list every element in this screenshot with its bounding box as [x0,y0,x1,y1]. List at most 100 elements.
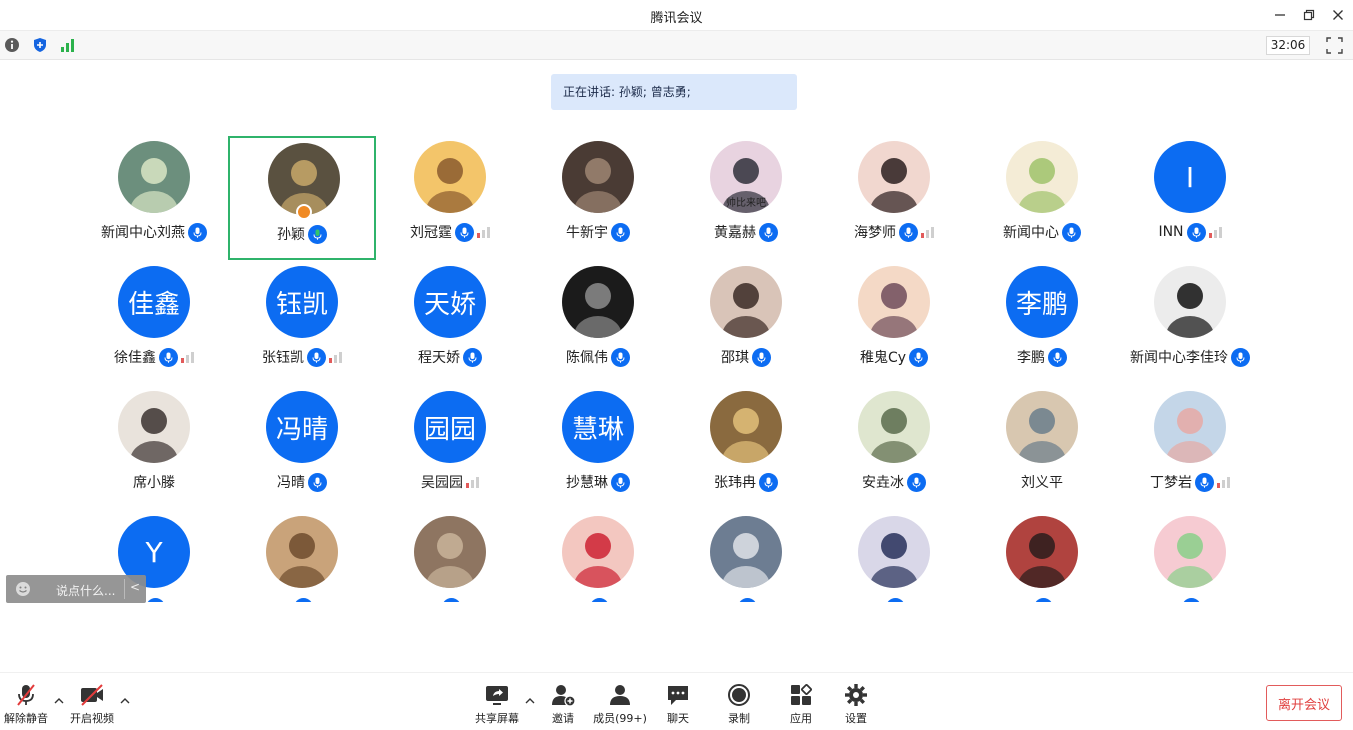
participant-tile[interactable] [228,511,376,602]
participant-tile[interactable] [820,511,968,602]
title-bar: 腾讯会议 [0,0,1353,30]
participant-name: 席小滕 [133,475,175,491]
start-video-button[interactable]: 开启视频 [62,683,122,726]
participant-avatar: 佳鑫 [118,266,190,338]
mic-icon [1034,597,1053,602]
avatar-photo-icon [858,516,930,588]
participant-tile[interactable]: 孙颖 [228,136,376,260]
participant-tile[interactable]: 冯晴 冯晴 [228,386,376,510]
mic-icon [759,472,778,492]
participant-avatar [1006,516,1078,588]
leave-meeting-button[interactable]: 离开会议 [1266,685,1342,721]
participant-avatar: 天娇 [414,266,486,338]
avatar-photo-icon [858,391,930,463]
participant-name: 程天娇 [418,350,460,366]
participant-avatar: 帅比来吧 [710,141,782,213]
participant-tile[interactable] [968,511,1116,602]
share-screen-button[interactable]: 共享屏幕 [467,683,527,726]
participant-tile[interactable]: 佳鑫 徐佳鑫 [80,261,228,385]
restore-button[interactable] [1300,6,1318,24]
fullscreen-icon[interactable] [1326,37,1343,54]
video-options-chevron-icon[interactable] [119,695,131,707]
participant-name-line: 抄慧琳 [524,472,672,492]
minimize-icon [1275,14,1285,16]
participant-name-line: 新闻中心 [968,222,1116,242]
participant-name-line: 李鹏 [968,347,1116,367]
avatar-photo-icon [858,141,930,213]
participant-tile[interactable]: 园园 吴园园 [376,386,524,510]
participant-tile[interactable]: 李鹏 李鹏 [968,261,1116,385]
participant-tile[interactable]: 新闻中心 [968,136,1116,260]
chat-placeholder[interactable]: 说点什么... [56,582,115,599]
participant-tile[interactable] [524,511,672,602]
settings-button[interactable]: 设置 [826,683,886,726]
participant-tile[interactable] [1116,511,1264,602]
participant-avatar [414,141,486,213]
participant-tile[interactable]: 天娇程天娇 [376,261,524,385]
participant-avatar [266,516,338,588]
participant-tile[interactable]: 新闻中心刘燕 [80,136,228,260]
participant-tile[interactable]: 钰凯 张钰凯 [228,261,376,385]
mic-icon [759,222,778,242]
participant-tile[interactable]: 刘义平 [968,386,1116,510]
participant-tile[interactable]: 刘冠霆 [376,136,524,260]
participant-name: 李鹏 [1017,350,1045,366]
participant-name-line: 刘冠霆 [376,222,524,242]
avatar-photo-icon [414,516,486,588]
add-person-icon [552,685,576,707]
emoji-icon[interactable] [15,581,31,597]
participant-name: 刘义平 [1021,475,1063,491]
avatar-caption: 帅比来吧 [726,198,766,209]
participant-tile[interactable]: 稚鬼Cy [820,261,968,385]
participant-tile[interactable]: 邵琪 [672,261,820,385]
participant-name-line [376,597,524,602]
participant-tile[interactable]: I INN [1116,136,1264,260]
avatar-photo-icon [1006,391,1078,463]
apps-button[interactable]: 应用 [771,683,831,726]
participant-name-line [228,597,376,602]
mic-icon [308,224,327,244]
close-button[interactable] [1329,6,1347,24]
participant-tile[interactable]: 牛新宇 [524,136,672,260]
participant-tile[interactable]: 安垚冰 [820,386,968,510]
weak-signal-icon [921,226,934,238]
participant-tile[interactable] [672,511,820,602]
window-title: 腾讯会议 [650,11,703,26]
participant-tile[interactable]: 新闻中心李佳玲 [1116,261,1264,385]
record-button[interactable]: 录制 [709,683,769,726]
participant-name: 新闻中心李佳玲 [1130,350,1228,366]
chat-input-box[interactable]: 说点什么... < [6,575,146,603]
participant-tile[interactable]: 帅比来吧 黄嘉赫 [672,136,820,260]
participant-avatar: I [1154,141,1226,213]
participant-name-line: 海梦师 [820,222,968,242]
participant-avatar [858,516,930,588]
avatar-photo-icon [1006,141,1078,213]
members-button[interactable]: 成员(99+) [590,683,650,726]
participant-tile[interactable]: 海梦师 [820,136,968,260]
participant-tile[interactable]: 陈佩伟 [524,261,672,385]
participant-tile[interactable] [376,511,524,602]
minimize-button[interactable] [1271,6,1289,24]
mic-icon [611,472,630,492]
participant-avatar [562,266,634,338]
network-signal-icon[interactable] [60,37,76,53]
chat-button[interactable]: 聊天 [648,683,708,726]
participant-grid: 新闻中心刘燕 孙颖 刘冠霆 牛新宇 帅比来吧 黄嘉赫 海梦师 新闻中心 I INN 佳鑫 徐佳鑫 钰凯张… [80,136,1280,602]
chat-collapse-button[interactable]: < [130,580,140,594]
participant-tile[interactable]: 丁梦岩 [1116,386,1264,510]
mic-icon [899,222,918,242]
info-icon[interactable] [4,37,20,53]
participant-tile[interactable]: 张玮冉 [672,386,820,510]
participant-tile[interactable]: 慧琳 抄慧琳 [524,386,672,510]
unmute-button[interactable]: 解除静音 [0,683,56,726]
participant-name-line [524,597,672,602]
participant-tile[interactable]: 席小滕 [80,386,228,510]
security-shield-icon[interactable] [32,37,48,53]
mic-icon [159,347,178,367]
participant-name-line: 刘义平 [968,472,1116,492]
avatar-photo-icon [562,266,634,338]
participant-name-line: 新闻中心刘燕 [80,222,228,242]
invite-button[interactable]: 邀请 [533,683,593,726]
share-screen-icon [486,686,508,705]
participant-name: 稚鬼Cy [859,350,907,366]
